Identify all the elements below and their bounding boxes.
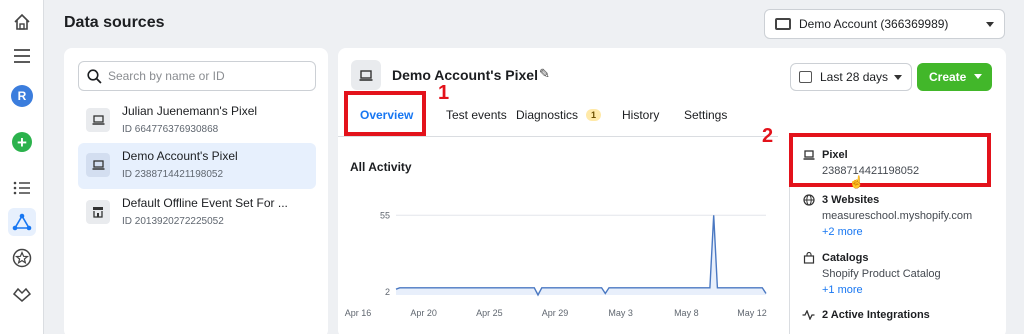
data-source-id: ID 2013920272225052 (122, 216, 224, 227)
home-icon[interactable] (8, 8, 36, 36)
create-label: Create (929, 70, 967, 84)
x-tick-label: Apr 25 (476, 308, 503, 318)
pixel-icon (86, 153, 110, 177)
page-title: Data sources (64, 14, 165, 31)
x-tick-label: Apr 16 (345, 308, 372, 318)
tab-history[interactable]: History (622, 100, 659, 130)
tab-test-events[interactable]: Test events (446, 100, 507, 130)
activity-title: All Activity (350, 160, 412, 174)
search-box[interactable] (78, 61, 316, 91)
annotation-box-overview-tab (344, 91, 426, 136)
data-sources-list-panel: Julian Juenemann's Pixel ID 664776376930… (64, 48, 328, 334)
data-source-name: Default Offline Event Set For ... (122, 196, 288, 210)
pixel-title: Demo Account's Pixel (392, 67, 538, 83)
date-range-label: Last 28 days (820, 70, 889, 84)
store-icon (86, 200, 110, 224)
annotation-box-pixel-id (789, 133, 991, 187)
websites-info: 3 Websites measureschool.myshopify.com +… (802, 194, 972, 238)
search-icon (87, 68, 102, 84)
x-tick-label: May 3 (608, 308, 633, 318)
chevron-down-icon (894, 75, 902, 80)
data-source-id: ID 664776376930868 (122, 124, 219, 135)
annotation-number-1: 1 (438, 82, 450, 104)
y-tick-label: 55 (380, 210, 390, 220)
integrations-info: 2 Active Integrations (802, 309, 930, 321)
tab-settings[interactable]: Settings (684, 100, 727, 130)
list-icon[interactable] (8, 174, 36, 202)
tab-diagnostics[interactable]: Diagnostics 1 (516, 100, 602, 130)
tab-label: History (622, 108, 660, 122)
websites-label: 3 Websites (822, 194, 880, 206)
account-label: Demo Account (366369989) (799, 17, 949, 31)
catalogs-label: Catalogs (822, 252, 869, 264)
x-tick-label: Apr 20 (410, 308, 437, 318)
date-range-selector[interactable]: Last 28 days (790, 63, 912, 91)
shopping-bag-icon (802, 252, 815, 264)
tab-label: Settings (684, 108, 728, 122)
chevron-down-icon (974, 74, 982, 79)
data-source-id: ID 2388714421198052 (122, 169, 224, 180)
search-input[interactable] (107, 69, 307, 83)
events-manager-icon[interactable] (8, 208, 36, 236)
data-source-name: Demo Account's Pixel (122, 149, 238, 163)
x-tick-label: Apr 29 (542, 308, 569, 318)
edit-pencil-icon[interactable]: ✎ (539, 66, 550, 82)
x-tick-label: May 8 (674, 308, 699, 318)
add-icon[interactable]: + (8, 128, 36, 156)
tab-label: Test events (446, 108, 507, 122)
pixel-icon (351, 60, 381, 90)
tabs-divider (338, 136, 778, 137)
activity-line-chart: 2 55 Apr 16 Apr 20 Apr 25 Apr 29 May 3 May 8 May… (345, 210, 767, 318)
data-source-item[interactable]: Julian Juenemann's Pixel ID 664776376930… (78, 98, 316, 144)
create-button[interactable]: Create (917, 63, 992, 91)
activity-pulse-icon (802, 310, 815, 320)
account-selector[interactable]: Demo Account (366369989) (764, 9, 1005, 39)
avatar[interactable]: R (8, 82, 36, 110)
catalogs-more-link[interactable]: +1 more (822, 284, 941, 296)
chevron-down-icon (986, 22, 994, 27)
data-source-item-selected[interactable]: Demo Account's Pixel ID 2388714421198052 (78, 143, 316, 189)
data-source-name: Julian Juenemann's Pixel (122, 104, 258, 118)
x-tick-label: May 12 (737, 308, 767, 318)
integrations-label: 2 Active Integrations (822, 309, 930, 321)
websites-more-link[interactable]: +2 more (822, 226, 972, 238)
calendar-icon (799, 71, 812, 83)
left-nav-rail: R + (0, 0, 44, 334)
menu-icon[interactable] (8, 42, 36, 70)
website-domain: measureschool.myshopify.com (822, 210, 973, 222)
y-tick-label: 2 (385, 287, 390, 297)
globe-icon (802, 194, 815, 206)
catalog-name: Shopify Product Catalog (822, 268, 941, 280)
mouse-cursor-icon: ☝ (849, 175, 864, 189)
tab-label: Diagnostics (516, 108, 579, 122)
chart-series-line (395, 215, 767, 297)
star-icon[interactable] (8, 244, 36, 272)
diagnostics-count-badge: 1 (586, 109, 602, 121)
pixel-icon (86, 108, 110, 132)
annotation-number-2: 2 (762, 125, 774, 147)
business-account-icon (775, 18, 791, 30)
catalogs-info: Catalogs Shopify Product Catalog +1 more (802, 252, 941, 296)
data-source-item[interactable]: Default Offline Event Set For ... ID 201… (78, 190, 316, 236)
avatar-letter: R (11, 85, 33, 107)
partner-icon[interactable] (8, 280, 36, 308)
